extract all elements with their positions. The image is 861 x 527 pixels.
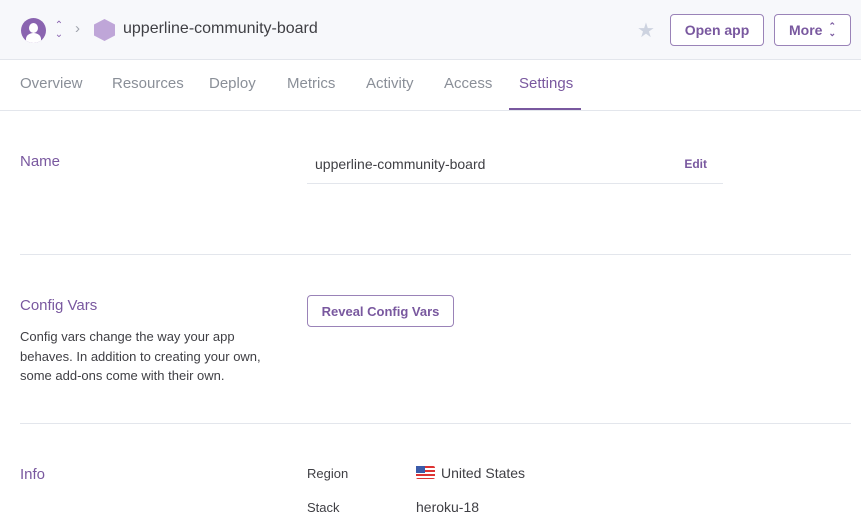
tab-overview[interactable]: Overview (20, 75, 83, 92)
region-text: United States (441, 465, 526, 481)
app-tabs: Overview Resources Deploy Metrics Activi… (0, 60, 861, 111)
tab-access[interactable]: Access (444, 75, 492, 92)
name-section-title: Name (20, 153, 61, 170)
config-vars-title: Config Vars (20, 297, 98, 314)
active-tab-indicator (509, 108, 581, 110)
info-title: Info (20, 466, 46, 483)
reveal-config-vars-button[interactable]: Reveal Config Vars (307, 295, 454, 327)
tab-metrics[interactable]: Metrics (287, 75, 335, 92)
open-app-label: Open app (684, 22, 750, 38)
tab-deploy[interactable]: Deploy (209, 75, 256, 92)
user-avatar[interactable] (21, 18, 46, 43)
app-header: ⌃ ⌄ › upperline-community-board ★ Open ap… (0, 0, 861, 60)
stack-label: Stack (307, 500, 340, 515)
divider (20, 423, 851, 424)
region-value: United States (416, 465, 525, 481)
tab-resources[interactable]: Resources (112, 75, 184, 92)
more-button[interactable]: More ⌃ ⌄ (774, 14, 851, 46)
reveal-config-vars-label: Reveal Config Vars (321, 303, 440, 319)
us-flag-icon (416, 466, 435, 479)
region-label: Region (307, 466, 349, 481)
app-name[interactable]: upperline-community-board (123, 20, 318, 38)
account-switcher-icon[interactable]: ⌃ ⌄ (54, 21, 64, 40)
app-name-field: upperline-community-board Edit (307, 145, 723, 184)
updown-icon: ⌃ ⌄ (828, 21, 836, 38)
config-vars-description: Config vars change the way your app beha… (20, 329, 261, 383)
tab-activity[interactable]: Activity (366, 75, 414, 92)
app-hexagon-icon (94, 19, 115, 41)
favorite-star-icon[interactable]: ★ (637, 18, 655, 43)
edit-name-button[interactable]: Edit (684, 157, 707, 171)
app-name-value: upperline-community-board (315, 156, 486, 172)
more-label: More (789, 22, 823, 38)
open-app-button[interactable]: Open app (670, 14, 764, 46)
breadcrumb-chevron-icon: › (75, 20, 80, 37)
divider (20, 254, 851, 255)
tab-settings[interactable]: Settings (519, 75, 573, 92)
stack-value: heroku-18 (416, 499, 480, 515)
